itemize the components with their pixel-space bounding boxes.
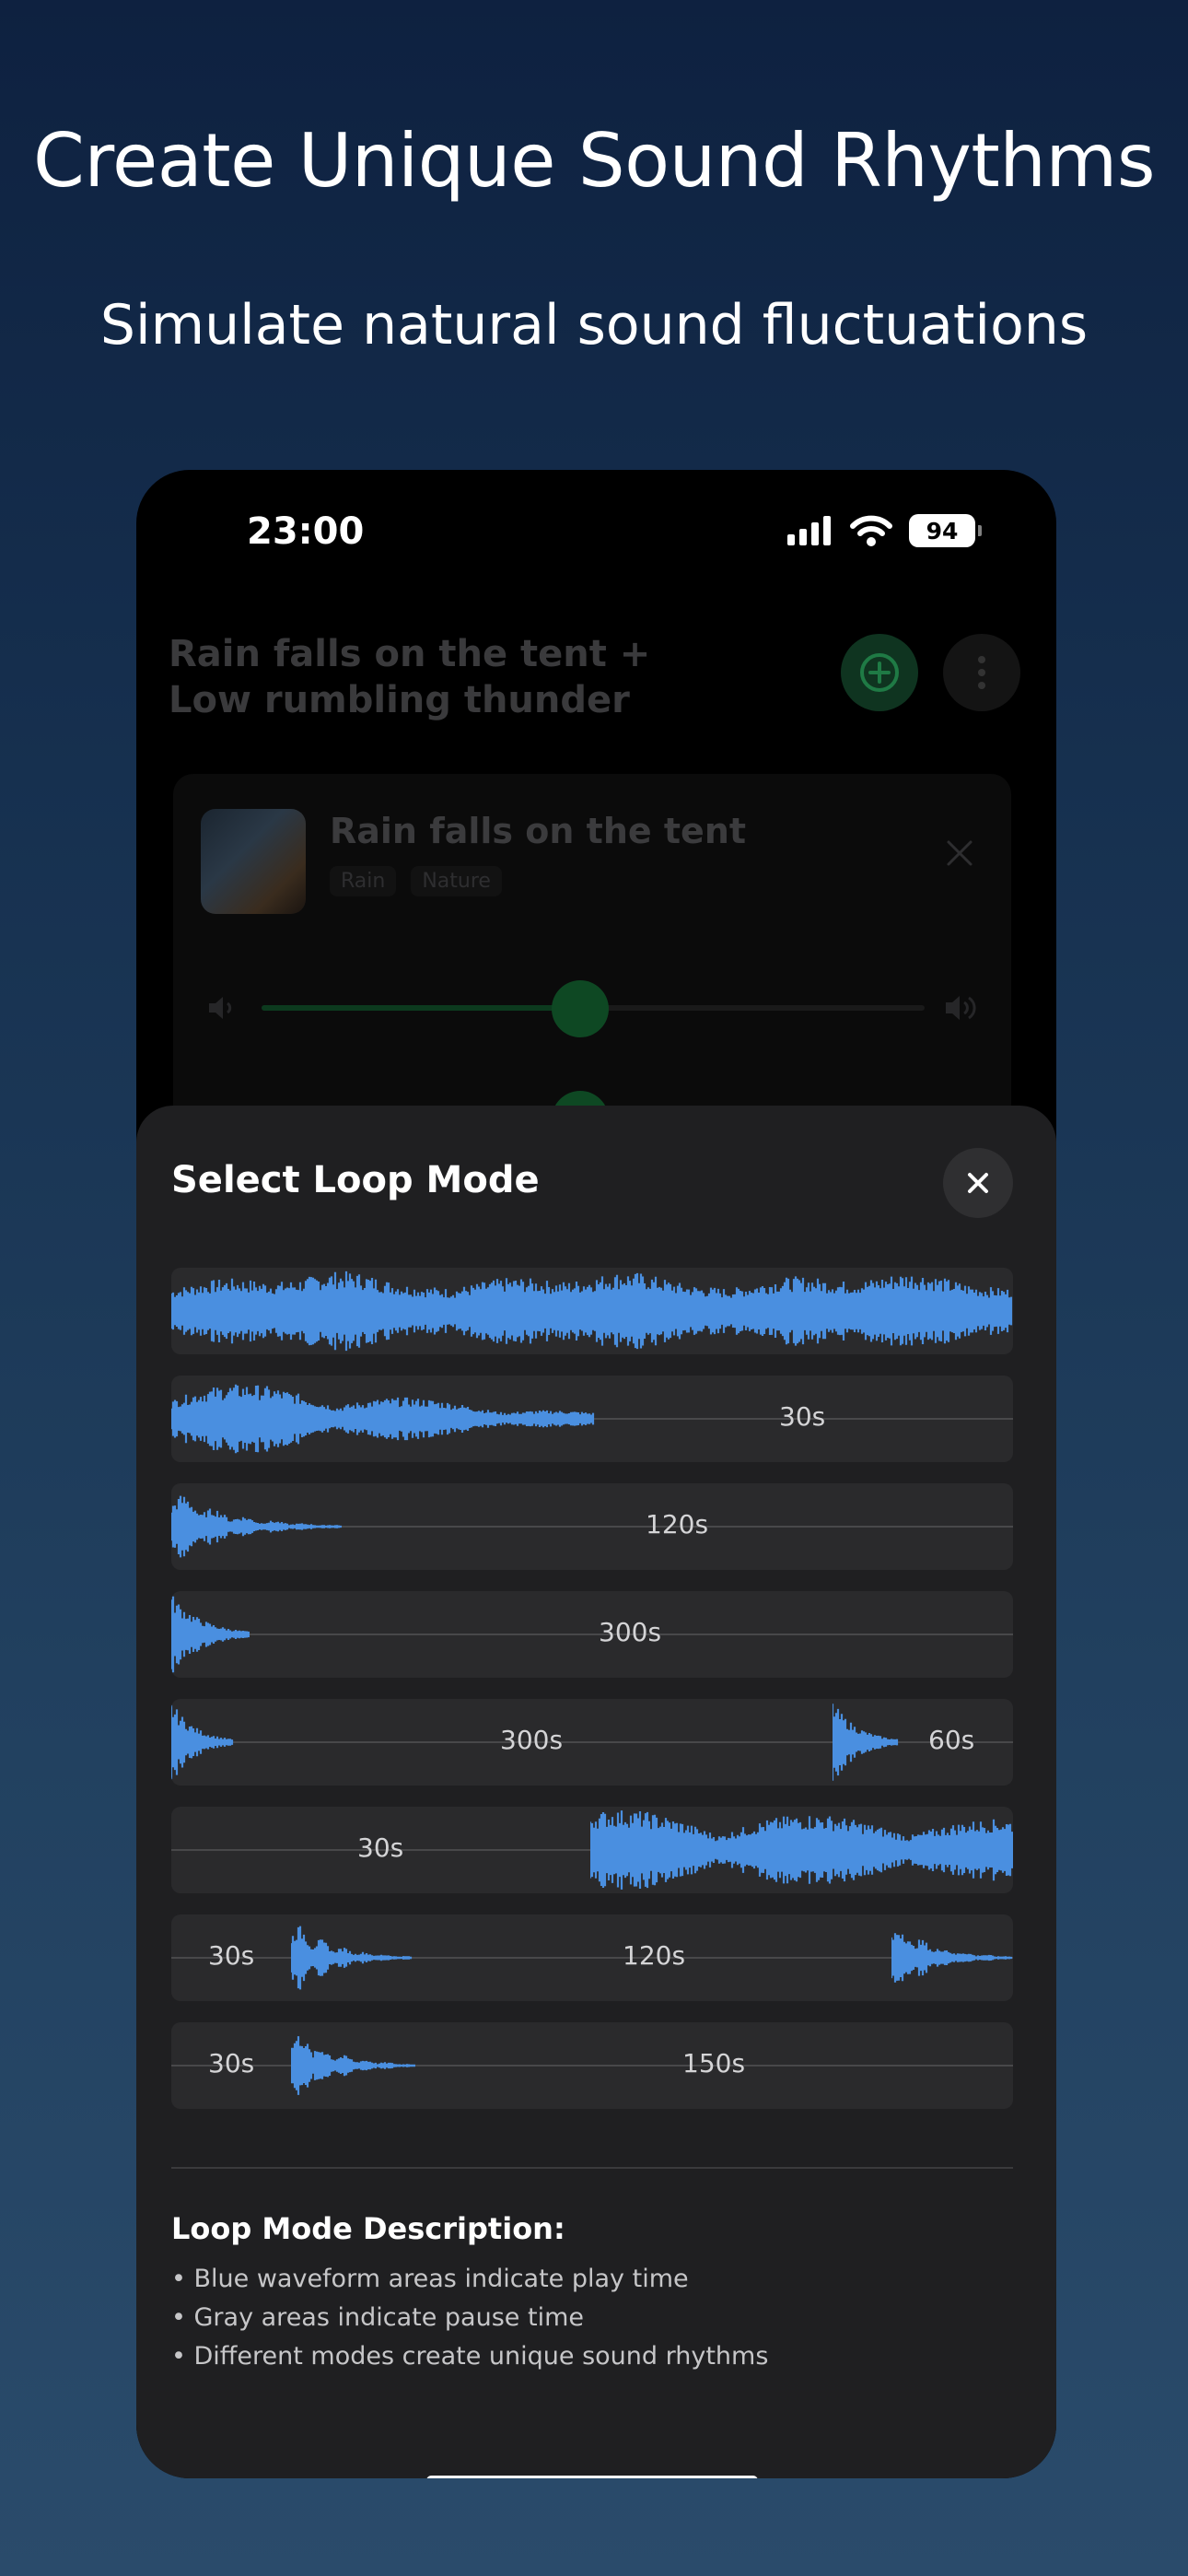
pause-duration-label: 30s [208, 1940, 255, 1971]
waveform-bars [890, 1933, 1013, 1983]
volume-knob[interactable] [551, 980, 609, 1037]
wifi-icon [850, 515, 892, 546]
loop-mode-option-300s[interactable]: 300s [171, 1591, 1013, 1678]
sound-thumbnail [201, 809, 306, 914]
pause-duration-label: 120s [623, 1940, 686, 1971]
pause-duration-label: 30s [357, 1832, 404, 1863]
loop-mode-option-30s[interactable]: 30s [171, 1376, 1013, 1462]
waveform-graphic [171, 1495, 343, 1558]
cellular-signal-icon [787, 516, 831, 545]
marketing-subtitle: Simulate natural sound fluctuations [99, 293, 1089, 357]
waveform-graphic [831, 1704, 899, 1781]
waveform-bars [831, 1704, 899, 1781]
pause-duration-label: 300s [599, 1617, 662, 1647]
waveform-graphic [289, 1926, 413, 1990]
description-line: • Blue waveform areas indicate play time [171, 2265, 689, 2293]
volume-fill [262, 1005, 580, 1011]
home-indicator[interactable] [426, 2476, 758, 2478]
waveform-play-segment [831, 1699, 899, 1786]
tag-nature: Nature [411, 866, 502, 896]
waveform-bars [171, 1495, 343, 1558]
description-line: • Different modes create unique sound rh… [171, 2342, 769, 2371]
remove-sound-button[interactable] [945, 838, 974, 872]
volume-low-icon [209, 997, 232, 1019]
status-time: 23:00 [247, 510, 365, 553]
waveform-play-segment [171, 1591, 250, 1678]
waveform-play-segment [171, 1376, 595, 1462]
loop-mode-sheet: Select Loop Mode 30s 120s 300s 300s 60s … [136, 1106, 1056, 2478]
pause-duration-label: 30s [779, 1401, 826, 1432]
close-icon [968, 1173, 988, 1193]
close-sheet-button[interactable] [943, 1148, 1013, 1218]
sheet-title: Select Loop Mode [171, 1159, 540, 1201]
description-line: • Gray areas indicate pause time [171, 2303, 584, 2332]
waveform-bars [171, 1270, 1013, 1352]
waveform-graphic [890, 1933, 1013, 1983]
sound-tags: Rain Nature [330, 866, 502, 896]
waveform-graphic [171, 1384, 595, 1454]
waveform-play-segment [171, 1483, 343, 1570]
waveform-bars [171, 1704, 234, 1780]
pause-duration-label: 300s [500, 1725, 564, 1755]
description-title: Loop Mode Description: [171, 2211, 565, 2246]
more-vertical-icon [978, 656, 985, 689]
loop-mode-option-30s-150s[interactable]: 30s 150s [171, 2022, 1013, 2109]
sound-title: Rain falls on the tent [330, 811, 747, 851]
waveform-graphic [171, 1270, 1013, 1352]
description-divider [171, 2167, 1013, 2169]
phone-frame: 23:00 94 Rain falls on the tent + Low ru… [136, 470, 1056, 2478]
waveform-bars [289, 2036, 416, 2095]
loop-mode-option-30s-delay[interactable]: 30s [171, 1807, 1013, 1893]
status-icons: 94 [787, 514, 982, 547]
close-icon [947, 840, 973, 866]
waveform-graphic [289, 2036, 416, 2095]
waveform-bars [171, 1596, 250, 1673]
pause-duration-label: 30s [208, 2048, 255, 2078]
volume-high-icon [946, 996, 976, 1020]
pause-duration-label: 150s [682, 2048, 746, 2078]
tag-rain: Rain [330, 866, 397, 896]
waveform-bars [588, 1810, 1013, 1890]
waveform-graphic [588, 1810, 1013, 1890]
more-options-button[interactable] [943, 634, 1020, 711]
waveform-play-segment [890, 1914, 1013, 2001]
loop-mode-option-30s-120s[interactable]: 30s 120s [171, 1914, 1013, 2001]
waveform-graphic [171, 1596, 250, 1673]
sound-card: Rain falls on the tent Rain Nature [173, 774, 1011, 1161]
waveform-play-segment [289, 2022, 416, 2109]
waveform-bars [171, 1384, 595, 1454]
waveform-play-segment [171, 1699, 234, 1786]
add-sound-button[interactable] [841, 634, 918, 711]
waveform-bars [289, 1926, 413, 1990]
waveform-play-segment [588, 1807, 1013, 1893]
waveform-play-segment [289, 1914, 413, 2001]
mix-title: Rain falls on the tent + Low rumbling th… [169, 633, 651, 721]
volume-slider[interactable] [206, 980, 980, 1037]
pause-duration-label: 120s [646, 1509, 709, 1540]
waveform-play-segment [171, 1268, 1013, 1354]
loop-mode-option-120s[interactable]: 120s [171, 1483, 1013, 1570]
marketing-title: Create Unique Sound Rhythms [32, 118, 1156, 204]
loop-mode-option-300s-60s[interactable]: 300s 60s [171, 1699, 1013, 1786]
battery-icon: 94 [909, 514, 982, 547]
plus-circle-icon [860, 653, 899, 692]
pause-line [171, 1633, 1013, 1635]
loop-mode-option-continuous[interactable] [171, 1268, 1013, 1354]
pause-duration-label: 60s [928, 1725, 975, 1755]
battery-level: 94 [926, 517, 959, 544]
waveform-graphic [171, 1704, 234, 1780]
